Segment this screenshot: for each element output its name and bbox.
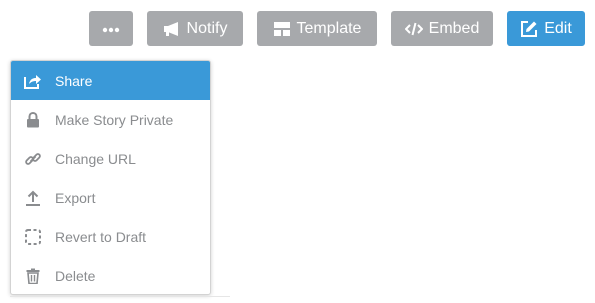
menu-item-label: Share [55,72,93,89]
ellipsis-icon [102,20,120,38]
megaphone-icon [163,21,181,37]
menu-item-label: Change URL [55,150,136,167]
template-label: Template [296,19,362,37]
menu-item-label: Delete [55,267,96,284]
notify-label: Notify [186,19,228,37]
layout-icon [273,21,291,37]
edit-icon [520,20,538,38]
menu-item-share[interactable]: Share [11,61,210,100]
story-options-menu: Share Make Story Private Change URL Expo… [10,60,211,295]
dashed-square-icon [11,228,55,245]
link-icon [11,151,55,167]
trash-icon [11,268,55,284]
menu-item-label: Make Story Private [55,111,174,128]
menu-item-label: Revert to Draft [55,228,147,245]
notify-button[interactable]: Notify [147,11,243,46]
edit-button[interactable]: Edit [507,11,585,46]
menu-item-make-private[interactable]: Make Story Private [11,100,210,139]
embed-label: Embed [428,19,480,37]
menu-item-export[interactable]: Export [11,178,210,217]
menu-item-delete[interactable]: Delete [11,256,210,294]
more-options-button[interactable] [89,11,133,46]
lock-icon [11,111,55,128]
menu-item-revert-to-draft[interactable]: Revert to Draft [11,217,210,256]
code-icon [404,22,423,36]
template-button[interactable]: Template [257,11,377,46]
divider [10,296,230,297]
menu-item-label: Export [55,189,96,206]
embed-button[interactable]: Embed [391,11,493,46]
share-icon [11,73,55,89]
upload-icon [11,190,55,206]
page: Notify Template Embed Edit Share Make St… [0,0,595,303]
menu-item-change-url[interactable]: Change URL [11,139,210,178]
edit-label: Edit [544,19,572,37]
